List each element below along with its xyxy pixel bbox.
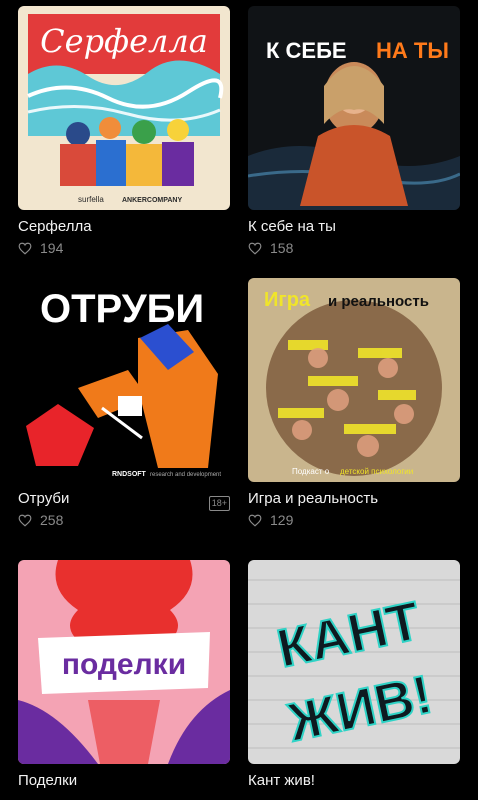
likes-value: 258 — [40, 512, 64, 528]
cover-title-b: НА ТЫ — [376, 38, 449, 63]
likes-value: 129 — [270, 512, 294, 528]
cover-caption-b: детской психологии — [340, 467, 413, 476]
podcast-cover[interactable]: поделки — [18, 560, 230, 764]
podcast-cover[interactable]: ОТРУБИ RNDSOFT research and development — [18, 278, 230, 482]
podcast-cover[interactable]: Серфелла surfella ANKERCOMPANY — [18, 6, 230, 210]
cover-caption-a: Подкаст о — [292, 467, 330, 476]
heart-icon — [18, 242, 32, 255]
podcast-card[interactable]: КАНТ ЖИВ! Кант жив! — [248, 560, 460, 790]
likes-value: 158 — [270, 240, 294, 256]
cover-brand-left: surfella — [78, 195, 104, 204]
heart-icon — [248, 242, 262, 255]
podcast-title[interactable]: Игра и реальность — [248, 490, 460, 508]
heart-icon — [248, 514, 262, 527]
podcast-card[interactable]: Игра и реальность Подкаст о детской псих… — [248, 278, 460, 528]
likes-count: 158 — [248, 240, 460, 256]
cover-title: поделки — [62, 648, 186, 681]
cover-title-b: и реальность — [328, 293, 429, 310]
likes-count: 129 — [248, 512, 460, 528]
cover-title-a: Игра — [264, 289, 311, 311]
podcast-title[interactable]: Серфелла — [18, 218, 230, 236]
podcast-card[interactable]: поделки Поделки — [18, 560, 230, 790]
podcast-title[interactable]: Отруби — [18, 490, 230, 508]
podcast-grid: Серфелла surfella ANKERCOMPANY Серфелла … — [0, 0, 478, 800]
podcast-title[interactable]: Поделки — [18, 772, 230, 790]
likes-count: 194 — [18, 240, 230, 256]
cover-footer: RNDSOFT — [112, 471, 147, 478]
podcast-cover[interactable]: К СЕБЕ НА ТЫ — [248, 6, 460, 210]
podcast-card[interactable]: ОТРУБИ RNDSOFT research and development … — [18, 278, 230, 528]
cover-title: Серфелла — [40, 22, 208, 60]
podcast-title[interactable]: К себе на ты — [248, 218, 460, 236]
podcast-cover[interactable]: Игра и реальность Подкаст о детской псих… — [248, 278, 460, 482]
likes-value: 194 — [40, 240, 64, 256]
cover-title-a: К СЕБЕ — [266, 38, 347, 63]
cover-title: ОТРУБИ — [40, 287, 204, 331]
age-rating-badge: 18+ — [208, 496, 230, 511]
cover-brand-right: ANKERCOMPANY — [122, 197, 182, 204]
heart-icon — [18, 514, 32, 527]
podcast-card[interactable]: К СЕБЕ НА ТЫ К себе на ты 158 — [248, 6, 460, 256]
podcast-card[interactable]: Серфелла surfella ANKERCOMPANY Серфелла … — [18, 6, 230, 256]
podcast-cover[interactable]: КАНТ ЖИВ! — [248, 560, 460, 764]
likes-count: 258 — [18, 512, 230, 528]
podcast-title[interactable]: Кант жив! — [248, 772, 460, 790]
cover-footer-sub: research and development — [150, 472, 221, 478]
